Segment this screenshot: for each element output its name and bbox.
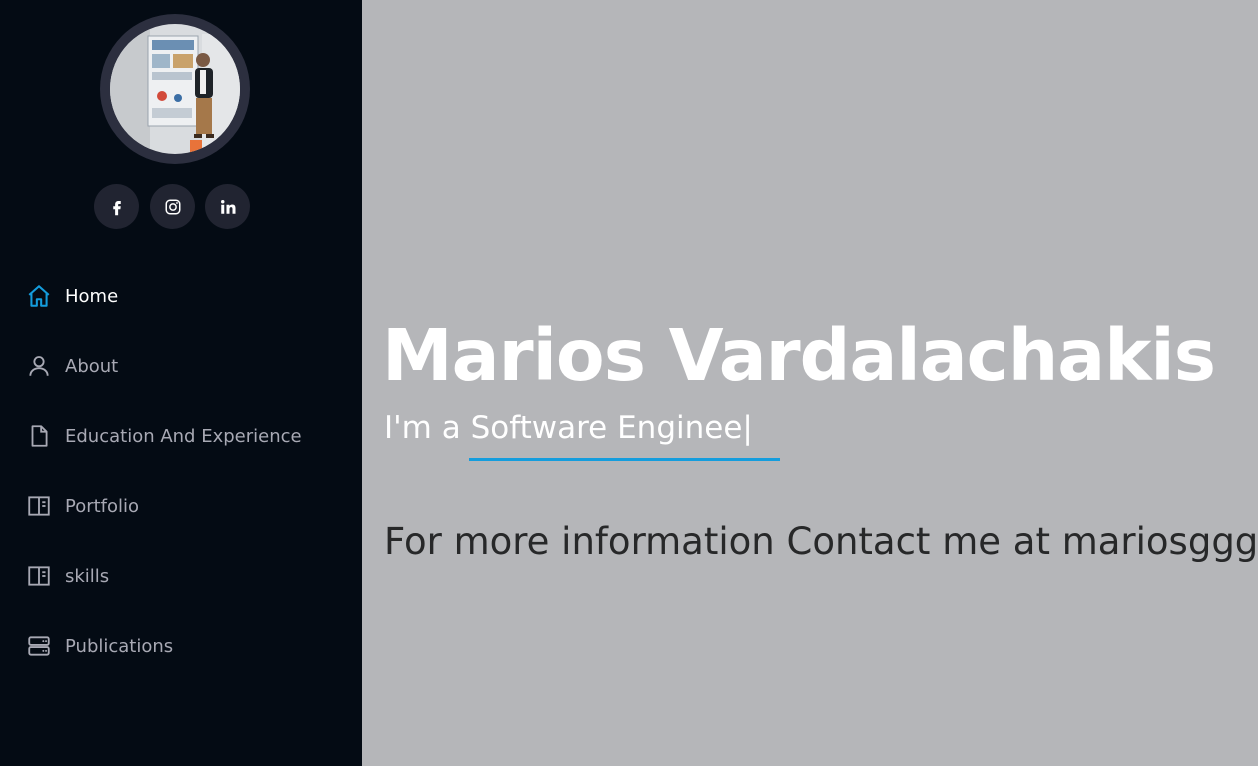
nav-item-about[interactable]: About: [26, 351, 118, 381]
nav-label-skills: skills: [65, 565, 110, 587]
server-icon: [26, 633, 52, 659]
layout-icon: [26, 563, 52, 589]
avatar[interactable]: [110, 24, 240, 154]
nav-item-skills[interactable]: skills: [26, 561, 109, 591]
nav-item-portfolio[interactable]: Portfolio: [26, 491, 139, 521]
nav-item-publications[interactable]: Publications: [26, 631, 173, 661]
sidebar: Home About Education And Experience Port…: [0, 0, 362, 766]
nav-label-education: Education And Experience: [65, 425, 302, 447]
layout-icon: [26, 493, 52, 519]
nav-item-home[interactable]: Home: [26, 281, 118, 311]
nav-label-about: About: [65, 355, 119, 377]
typed-underline: [469, 458, 780, 461]
person-icon: [26, 353, 52, 379]
nav-label-portfolio: Portfolio: [65, 495, 140, 517]
contact-line: For more information Contact me at mario…: [384, 520, 1258, 563]
role-prefix: I'm a: [384, 410, 461, 446]
linkedin-icon: [220, 199, 235, 214]
instagram-icon: [165, 199, 180, 214]
avatar-photo: [110, 24, 240, 154]
hero-role: I'm a Software Enginee|: [384, 410, 753, 446]
hero-name: Marios Vardalachakis: [382, 314, 1216, 397]
typed-role: Software Enginee|: [470, 410, 753, 446]
file-icon: [26, 423, 52, 449]
nav-label-publications: Publications: [65, 635, 174, 657]
facebook-icon: [112, 200, 121, 215]
facebook-link[interactable]: [94, 184, 139, 229]
nav-item-education[interactable]: Education And Experience: [26, 421, 302, 451]
instagram-link[interactable]: [150, 184, 195, 229]
nav-label-home: Home: [65, 285, 119, 307]
avatar-ring: [100, 14, 250, 164]
linkedin-link[interactable]: [205, 184, 250, 229]
home-icon: [26, 283, 52, 309]
